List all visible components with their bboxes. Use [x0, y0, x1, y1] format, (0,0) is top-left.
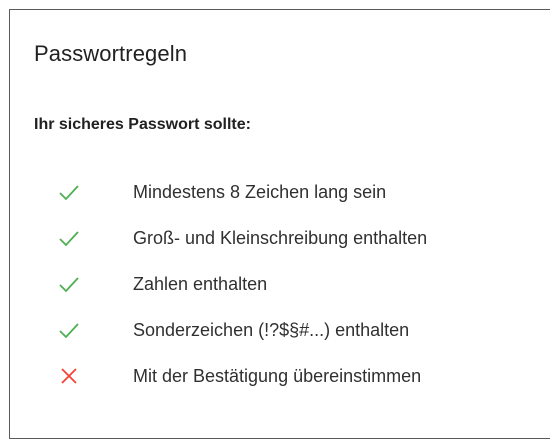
rule-label: Mit der Bestätigung übereinstimmen [133, 366, 422, 386]
rule-item: Zahlen enthalten [10, 272, 530, 318]
rule-label: Groß- und Kleinschreibung enthalten [133, 228, 428, 248]
cross-icon [57, 364, 81, 388]
check-icon [57, 226, 81, 250]
check-icon [57, 318, 81, 342]
rule-item: Groß- und Kleinschreibung enthalten [10, 226, 530, 272]
password-rules-panel: Passwortregeln Ihr sicheres Passwort sol… [9, 9, 550, 439]
rule-label: Sonderzeichen (!?$§#...) enthalten [133, 320, 410, 340]
check-icon [57, 272, 81, 296]
rule-item: Sonderzeichen (!?$§#...) enthalten [10, 318, 530, 364]
check-icon [57, 180, 81, 204]
panel-title: Passwortregeln [34, 41, 188, 66]
rules-list: Mindestens 8 Zeichen lang sein Groß- und… [10, 180, 530, 410]
rules-intro: Ihr sicheres Passwort sollte: [34, 116, 251, 133]
rule-item: Mindestens 8 Zeichen lang sein [10, 180, 530, 226]
rule-item: Mit der Bestätigung übereinstimmen [10, 364, 530, 410]
rule-label: Mindestens 8 Zeichen lang sein [133, 182, 387, 202]
rule-label: Zahlen enthalten [133, 274, 268, 294]
